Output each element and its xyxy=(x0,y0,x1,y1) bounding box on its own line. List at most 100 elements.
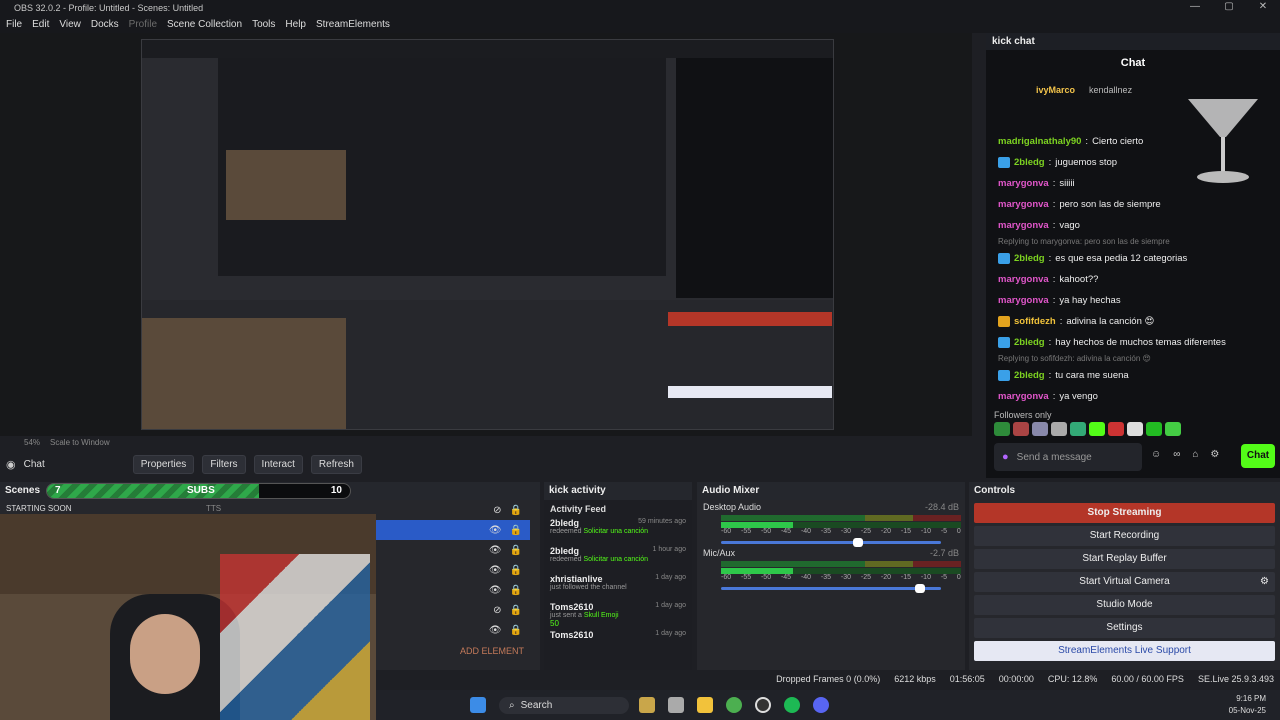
lock-icon[interactable]: 🔒 xyxy=(510,525,522,536)
menu-profile[interactable]: Profile xyxy=(129,19,157,30)
eye-icon[interactable]: 👁 xyxy=(489,545,502,556)
activity-time: 1 hour ago xyxy=(652,546,686,553)
chat-colon: : xyxy=(1085,135,1089,147)
eye-off-icon[interactable]: ⊘ xyxy=(493,505,501,516)
volume-slider[interactable] xyxy=(721,584,941,593)
source-row[interactable]: ⊘ 🔒 xyxy=(376,500,530,520)
eye-icon[interactable]: 👁 xyxy=(489,625,502,636)
emoji-icon[interactable]: ☺ xyxy=(1151,449,1161,460)
minimize-button[interactable]: — xyxy=(1178,0,1212,14)
eye-icon[interactable]: 👁 xyxy=(489,525,502,536)
menu-docks[interactable]: Docks xyxy=(91,19,119,30)
menu-file[interactable]: File xyxy=(6,19,22,30)
file-explorer-icon[interactable] xyxy=(697,697,713,713)
task-view-icon[interactable] xyxy=(668,697,684,713)
maximize-button[interactable]: ▢ xyxy=(1212,0,1246,14)
source-row[interactable]: 👁 🔒 xyxy=(376,580,530,600)
menu-scene-collection[interactable]: Scene Collection xyxy=(167,19,242,30)
gear-icon[interactable]: ⚙ xyxy=(1260,572,1269,592)
chat-username[interactable]: 2bledg xyxy=(1014,252,1045,266)
discord-icon[interactable] xyxy=(813,697,829,713)
clock[interactable]: 9:16 PM 05-Nov-25 xyxy=(1229,693,1266,717)
refresh-button[interactable]: Refresh xyxy=(310,454,362,474)
menu-tools[interactable]: Tools xyxy=(252,19,275,30)
chat-username[interactable]: marygonva xyxy=(998,219,1049,233)
chat-colon: : xyxy=(1048,252,1052,264)
eye-off-icon[interactable]: ⊘ xyxy=(493,605,501,616)
chat-username[interactable]: 2bledg xyxy=(1014,336,1045,350)
activity-title: kick activity xyxy=(544,482,692,500)
chat-text: tu cara me suena xyxy=(1055,369,1129,381)
chat-username[interactable]: 2bledg xyxy=(1014,369,1045,383)
volume-slider[interactable] xyxy=(721,538,941,547)
chat-username[interactable]: marygonva xyxy=(998,273,1049,287)
chat-username[interactable]: marygonva xyxy=(998,177,1049,191)
menu-streamelements[interactable]: StreamElements xyxy=(316,19,390,30)
lock-icon[interactable]: 🔒 xyxy=(510,545,522,556)
reply-line: Replying to sofifdezh: adivina la canció… xyxy=(998,354,1151,363)
lock-icon[interactable]: 🔒 xyxy=(510,605,522,616)
chat-username[interactable]: marygonva xyxy=(998,294,1049,308)
obs-icon[interactable] xyxy=(755,697,771,713)
chrome-icon[interactable] xyxy=(726,697,742,713)
lock-icon[interactable]: 🔒 xyxy=(510,625,522,636)
source-row[interactable]: 👁 🔒 xyxy=(376,620,530,640)
start-replay-buffer-button[interactable]: Start Replay Buffer xyxy=(974,549,1275,569)
close-button[interactable]: ✕ xyxy=(1246,0,1280,14)
start-virtual-camera-button[interactable]: Start Virtual Camera ⚙ xyxy=(974,572,1275,592)
chat-username[interactable]: 2bledg xyxy=(1014,156,1045,170)
add-element-button[interactable]: ADD ELEMENT xyxy=(460,646,524,656)
source-row[interactable]: 👁 🔒 xyxy=(376,560,530,580)
subs-progress-fill xyxy=(47,484,260,498)
source-row[interactable]: 👁 🔒 xyxy=(376,520,530,540)
meter-tick: -45 xyxy=(780,528,792,535)
source-row[interactable]: ⊘ 🔒 xyxy=(376,600,530,620)
filters-button[interactable]: Filters xyxy=(202,454,246,474)
lock-icon[interactable]: 🔒 xyxy=(510,585,522,596)
emote-bar[interactable] xyxy=(994,422,1181,436)
chat-username[interactable]: sofifdezh xyxy=(1014,315,1056,329)
interact-button[interactable]: Interact xyxy=(253,454,303,474)
se-live-support-button[interactable]: StreamElements Live Support xyxy=(974,641,1275,661)
mic-icon[interactable]: ● xyxy=(1002,451,1009,463)
taskbar-search[interactable]: ⌕ Search xyxy=(499,696,629,714)
chat-colon: : xyxy=(1052,198,1056,210)
chat-message: 2bledg: hay hechos de muchos temas difere… xyxy=(998,332,1268,353)
menu-help[interactable]: Help xyxy=(285,19,306,30)
eye-icon[interactable]: 👁 xyxy=(489,585,502,596)
lock-icon[interactable]: 🔒 xyxy=(510,505,522,516)
volume-handle[interactable] xyxy=(914,584,925,593)
stop-streaming-button[interactable]: Stop Streaming xyxy=(974,503,1275,523)
lock-icon[interactable]: 🔒 xyxy=(510,565,522,576)
widget-icon[interactable] xyxy=(639,697,655,713)
start-icon[interactable] xyxy=(470,697,486,713)
subs-goal-bar: 7 SUBS 10 xyxy=(46,483,351,499)
eye-icon[interactable]: 👁 xyxy=(489,565,502,576)
source-row[interactable]: 👁 🔒 xyxy=(376,540,530,560)
start-recording-button[interactable]: Start Recording xyxy=(974,526,1275,546)
link-icon[interactable]: ∞ xyxy=(1173,449,1180,460)
properties-button[interactable]: Properties xyxy=(132,454,195,474)
gear-icon[interactable]: ⚙ xyxy=(1210,449,1219,460)
spotify-icon[interactable] xyxy=(784,697,800,713)
studio-mode-button[interactable]: Studio Mode xyxy=(974,595,1275,615)
menu-view[interactable]: View xyxy=(59,19,81,30)
chat-colon: : xyxy=(1048,156,1052,168)
settings-button[interactable]: Settings xyxy=(974,618,1275,638)
cpu-usage: CPU: 12.8% xyxy=(1047,674,1098,684)
send-chat-button[interactable]: Chat xyxy=(1241,444,1275,468)
chat-message: marygonva: pero son las de siempre xyxy=(998,194,1268,215)
chat-username[interactable]: marygonva xyxy=(998,390,1049,404)
volume-handle[interactable] xyxy=(853,538,863,547)
scale-mode[interactable]: Scale to Window xyxy=(50,438,110,447)
activity-item-name: Solicitar una canción xyxy=(583,556,649,563)
chat-username[interactable]: marygonva xyxy=(998,198,1049,212)
scene-name[interactable]: STARTING SOON xyxy=(6,504,72,513)
activity-action: just sent a xyxy=(550,612,582,619)
menu-edit[interactable]: Edit xyxy=(32,19,49,30)
chat-username[interactable]: madrigalnathaly90 xyxy=(998,135,1081,149)
chat-message-input[interactable]: ● Send a message xyxy=(994,443,1142,471)
zoom-level[interactable]: 54% xyxy=(24,438,40,447)
store-icon[interactable]: ⌂ xyxy=(1192,449,1198,460)
activity-time: 1 day ago xyxy=(655,630,686,637)
